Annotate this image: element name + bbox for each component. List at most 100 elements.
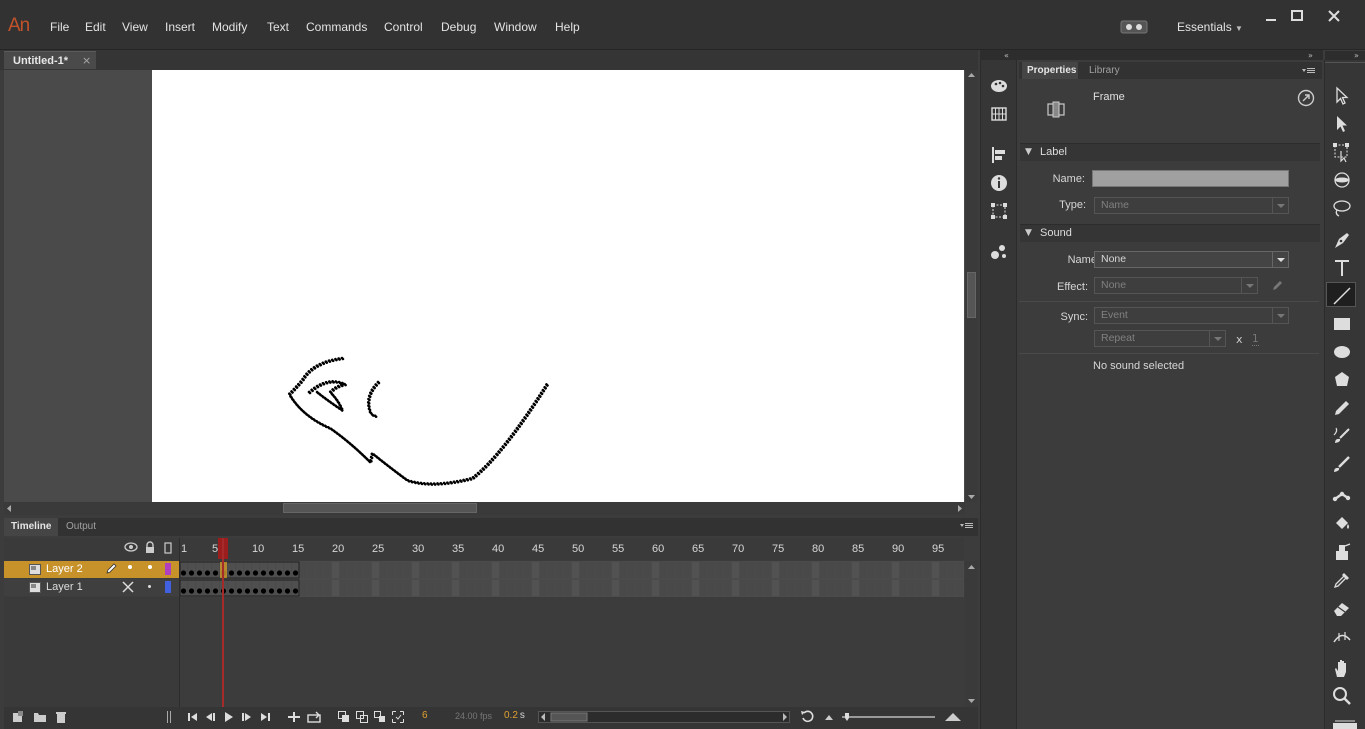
layer-name[interactable]: Layer 1 — [46, 581, 83, 593]
tab-library[interactable]: Library — [1089, 65, 1120, 76]
minimize-icon[interactable] — [1263, 10, 1279, 22]
playhead-line[interactable] — [222, 538, 224, 708]
pencil-tool-icon[interactable] — [1331, 397, 1353, 419]
lock-dot[interactable] — [148, 565, 152, 569]
pen-tool-icon[interactable] — [1331, 229, 1353, 251]
label-type-select[interactable]: Name — [1094, 197, 1289, 214]
maximize-icon[interactable] — [1289, 10, 1305, 22]
eyedropper-tool-icon[interactable] — [1331, 569, 1353, 591]
lock-all-icon[interactable] — [144, 541, 156, 553]
3d-rotation-tool-icon[interactable] — [1331, 169, 1353, 191]
step-forward-icon[interactable] — [241, 712, 253, 722]
tab-timeline[interactable]: Timeline — [11, 521, 51, 532]
delete-layer-icon[interactable] — [55, 711, 67, 723]
selection-tool-icon[interactable] — [1331, 85, 1353, 107]
visibility-dot[interactable] — [128, 565, 132, 569]
help-icon[interactable] — [1297, 89, 1315, 107]
close-window-icon[interactable] — [1326, 10, 1342, 22]
components-icon[interactable] — [989, 242, 1009, 262]
layer-outline-color[interactable] — [165, 563, 171, 575]
label-section-header[interactable]: ▼ Label — [1020, 143, 1320, 161]
menu-text[interactable]: Text — [267, 20, 289, 34]
sound-repeat-select[interactable]: Repeat — [1094, 330, 1226, 347]
layer-outline-color[interactable] — [165, 581, 171, 593]
timeline-vertical-scrollbar[interactable] — [965, 561, 978, 707]
layer-row-layer-2[interactable]: Layer 2 — [4, 561, 179, 578]
center-frame-icon[interactable] — [288, 712, 300, 722]
paint-brush-tool-icon[interactable] — [1331, 453, 1353, 475]
menu-file[interactable]: File — [50, 20, 69, 34]
play-icon[interactable] — [224, 712, 234, 722]
menu-edit[interactable]: Edit — [85, 20, 106, 34]
menu-commands[interactable]: Commands — [306, 20, 367, 34]
line-tool-icon[interactable] — [1331, 285, 1353, 307]
stage-canvas[interactable] — [152, 70, 964, 502]
lock-dot[interactable] — [148, 585, 151, 588]
show-hide-all-icon[interactable] — [124, 542, 138, 552]
zoom-tool-icon[interactable] — [1331, 685, 1353, 707]
collapse-dock-icon[interactable]: « — [1004, 51, 1009, 60]
width-tool-icon[interactable] — [1331, 625, 1353, 647]
polystar-tool-icon[interactable] — [1331, 369, 1353, 391]
free-transform-tool-icon[interactable] — [1331, 141, 1353, 163]
repeat-count[interactable]: 1 — [1252, 333, 1259, 346]
onion-skin-icon[interactable] — [338, 711, 350, 723]
modify-markers-icon[interactable] — [392, 711, 404, 723]
edit-multiple-frames-icon[interactable] — [374, 711, 386, 723]
hidden-layer-icon[interactable] — [122, 581, 134, 593]
tab-output[interactable]: Output — [66, 521, 96, 532]
edit-envelope-icon[interactable] — [1272, 279, 1284, 291]
color-icon[interactable] — [989, 76, 1009, 96]
zoom-small-icon[interactable] — [824, 714, 834, 720]
loop-playback-icon[interactable] — [800, 710, 814, 724]
menu-view[interactable]: View — [122, 20, 148, 34]
expand-dock-icon[interactable]: » — [1308, 51, 1313, 60]
current-frame[interactable]: 6 — [422, 710, 428, 721]
frame-rate[interactable]: 24.00 fps — [455, 711, 492, 721]
text-tool-icon[interactable] — [1331, 257, 1353, 279]
loop-icon[interactable] — [307, 711, 321, 723]
menu-debug[interactable]: Debug — [441, 20, 476, 34]
bone-tool-icon[interactable] — [1331, 485, 1353, 507]
menu-insert[interactable]: Insert — [165, 20, 195, 34]
new-folder-icon[interactable] — [33, 711, 47, 723]
sound-effect-select[interactable]: None — [1094, 277, 1258, 294]
panel-menu-icon[interactable] — [1302, 66, 1316, 76]
stroke-color-swatch[interactable] — [1333, 718, 1357, 729]
hand-tool-icon[interactable] — [1331, 657, 1353, 679]
elapsed-time[interactable]: 0.2 s — [504, 710, 525, 721]
go-to-last-frame-icon[interactable] — [260, 712, 270, 722]
label-name-input[interactable] — [1092, 170, 1289, 187]
rectangle-tool-icon[interactable] — [1331, 313, 1353, 335]
stage-vertical-scroll-thumb[interactable] — [967, 272, 976, 318]
swatches-icon[interactable] — [989, 104, 1009, 124]
lasso-tool-icon[interactable] — [1331, 197, 1353, 219]
stage-horizontal-scrollbar[interactable] — [4, 502, 965, 515]
new-layer-icon[interactable] — [12, 711, 24, 723]
align-icon[interactable] — [989, 145, 1009, 165]
subselection-tool-icon[interactable] — [1331, 113, 1353, 135]
menu-window[interactable]: Window — [494, 20, 537, 34]
close-tab-icon[interactable]: × — [82, 54, 91, 67]
sync-settings-icon[interactable] — [1120, 19, 1148, 35]
paint-bucket-tool-icon[interactable] — [1331, 513, 1353, 535]
sound-name-select[interactable]: None — [1094, 251, 1289, 268]
menu-control[interactable]: Control — [384, 20, 423, 34]
frame-zoom-slider[interactable] — [842, 713, 935, 721]
sound-section-header[interactable]: ▼ Sound — [1020, 224, 1320, 242]
layer-name[interactable]: Layer 2 — [46, 563, 83, 575]
layer-row-layer-1[interactable]: Layer 1 — [4, 579, 179, 596]
ink-bottle-tool-icon[interactable] — [1331, 541, 1353, 563]
menu-modify[interactable]: Modify — [212, 20, 247, 34]
brush-tool-icon[interactable] — [1331, 425, 1353, 447]
menu-help[interactable]: Help — [555, 20, 580, 34]
zoom-large-icon[interactable] — [944, 712, 962, 721]
panel-menu-icon[interactable] — [960, 521, 974, 531]
sound-sync-select[interactable]: Event — [1094, 307, 1289, 324]
outline-all-icon[interactable] — [164, 542, 172, 554]
expand-tools-icon[interactable]: » — [1354, 51, 1359, 60]
oval-tool-icon[interactable] — [1331, 341, 1353, 363]
workspace-switcher[interactable]: Essentials ▼ — [1177, 20, 1243, 34]
timeline-horizontal-scrollbar[interactable] — [538, 711, 790, 723]
step-back-icon[interactable] — [205, 712, 217, 722]
